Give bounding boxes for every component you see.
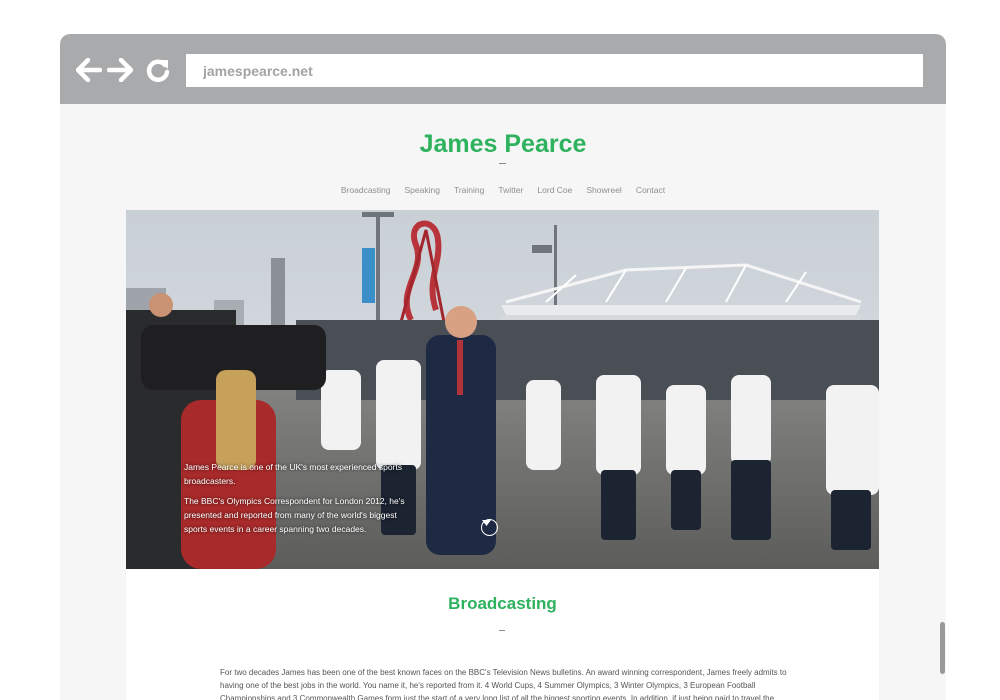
arrow-right-icon [107,58,133,82]
nav-link-twitter[interactable]: Twitter [498,185,523,195]
nav-link-showreel[interactable]: Showreel [586,185,621,195]
back-button[interactable] [75,56,103,84]
hero-paragraph-1: James Pearce is one of the UK's most exp… [184,462,403,486]
nav-link-contact[interactable]: Contact [636,185,665,195]
hero-banner: James Pearce is one of the UK's most exp… [126,210,879,569]
hero-intro: James Pearce is one of the UK's most exp… [184,460,414,536]
nav-link-broadcasting[interactable]: Broadcasting [341,185,391,195]
reload-icon [146,59,170,82]
scroll-down-button[interactable] [481,519,498,536]
section-body: For two decades James has been one of th… [220,668,787,700]
nav-link-lord-coe[interactable]: Lord Coe [537,185,572,195]
section-title: Broadcasting [448,594,557,613]
arrow-left-icon [76,58,102,82]
site-nav: Broadcasting Speaking Training Twitter L… [60,185,946,195]
forward-button[interactable] [106,56,134,84]
chevron-down-icon [482,520,491,526]
title-divider [499,163,506,164]
nav-link-speaking[interactable]: Speaking [405,185,440,195]
site-title[interactable]: James Pearce [60,130,946,159]
broadcasting-section: Broadcasting For two decades James has b… [126,569,879,700]
browser-window: James Pearce Broadcasting Speaking Train… [60,34,946,700]
web-page: James Pearce Broadcasting Speaking Train… [60,104,946,700]
address-bar[interactable] [186,54,923,87]
section-divider [499,630,505,631]
page-scrollbar[interactable] [940,622,945,674]
hero-paragraph-2: The BBC's Olympics Correspondent for Lon… [184,496,405,534]
browser-toolbar [60,34,946,104]
nav-link-training[interactable]: Training [454,185,484,195]
reload-button[interactable] [144,56,172,84]
